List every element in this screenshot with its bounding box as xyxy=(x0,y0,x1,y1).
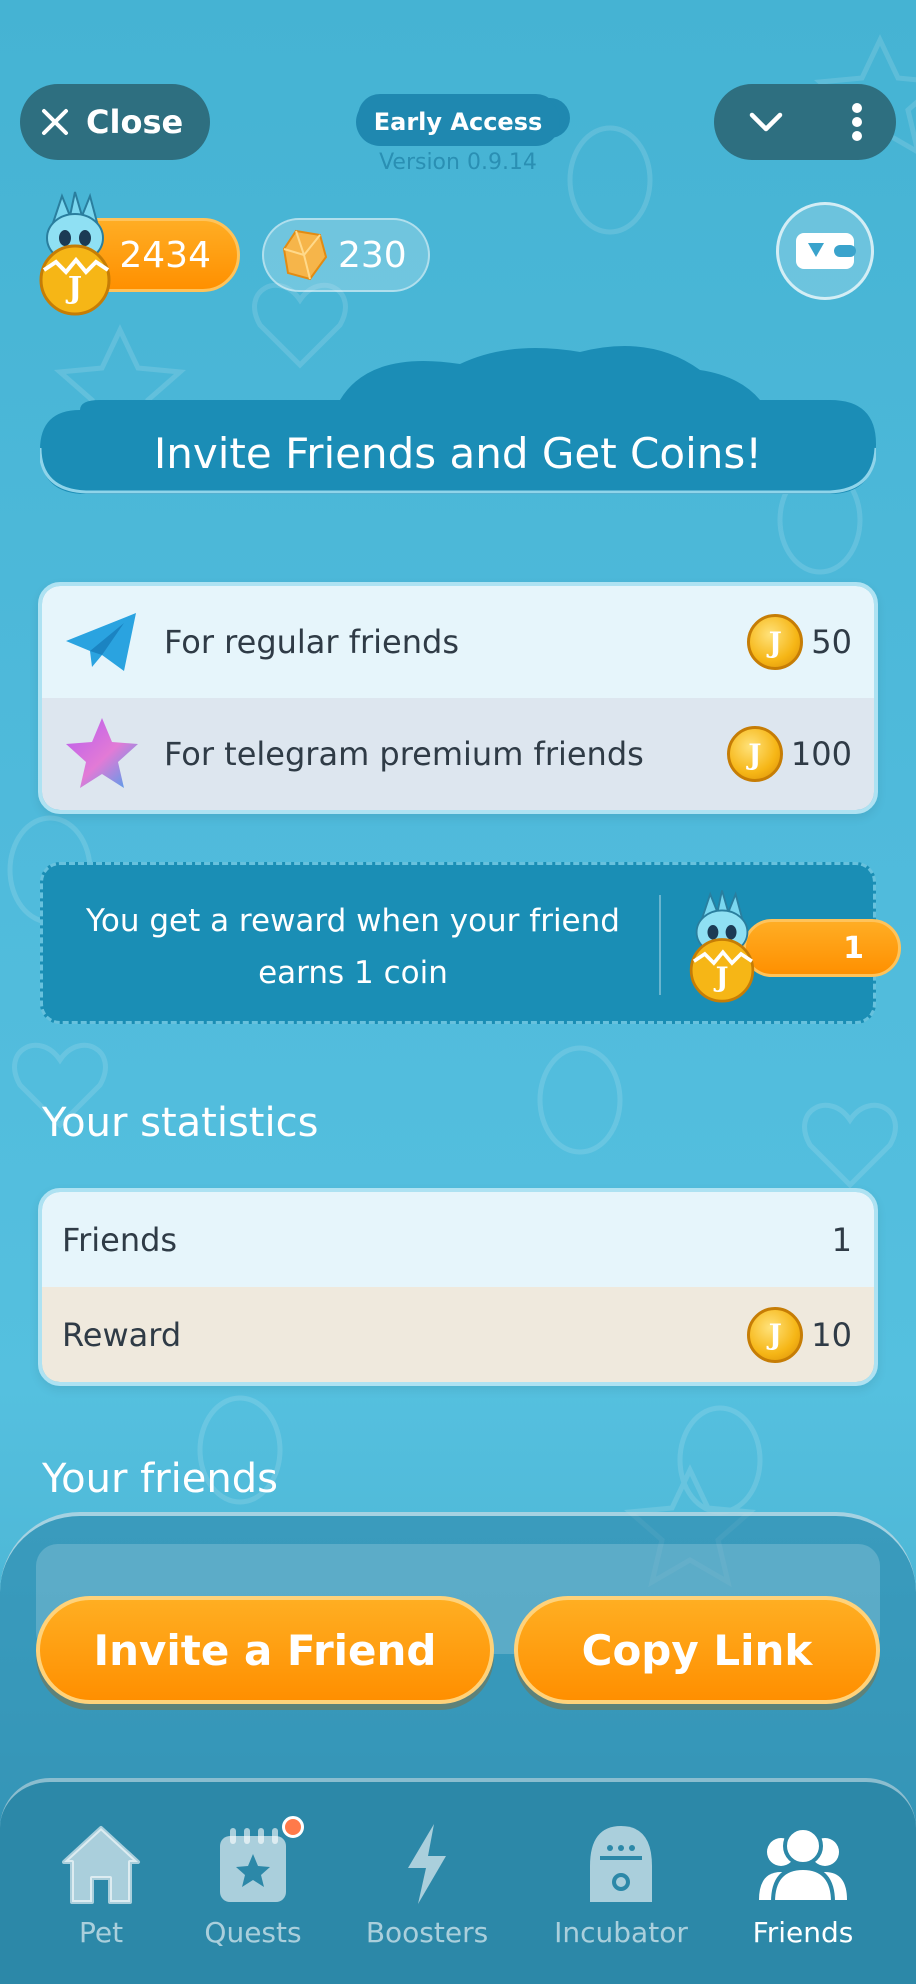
invite-friend-button[interactable]: Invite a Friend xyxy=(36,1596,494,1704)
earn-description: You get a reward when your friend earns … xyxy=(86,903,620,991)
wallet-button[interactable] xyxy=(776,202,874,300)
stat-value: 1 xyxy=(831,1220,852,1259)
stat-label: Friends xyxy=(62,1220,178,1259)
reward-row-regular: For regular friends J 50 xyxy=(42,586,874,698)
copy-link-button[interactable]: Copy Link xyxy=(514,1596,880,1704)
nav-item-boosters[interactable]: Boosters xyxy=(352,1822,502,1949)
nav-label: Quests xyxy=(204,1916,302,1949)
friends-section-title: Your friends xyxy=(42,1456,278,1502)
nav-item-friends[interactable]: Friends xyxy=(728,1822,878,1949)
close-icon xyxy=(42,109,68,135)
stat-row-friends: Friends 1 xyxy=(42,1192,874,1287)
nav-label: Boosters xyxy=(365,1916,489,1949)
crystal-balance: 230 xyxy=(262,218,430,292)
statistics-card: Friends 1 Reward J 10 xyxy=(38,1188,878,1386)
banner-title: Invite Friends and Get Coins! xyxy=(153,428,763,478)
dragon-egg-coin-icon: J xyxy=(689,890,755,1003)
lightning-icon xyxy=(408,1824,446,1904)
nav-label: Incubator xyxy=(554,1916,688,1949)
nav-item-quests[interactable]: Quests xyxy=(178,1816,328,1949)
nav-item-pet[interactable]: Pet xyxy=(26,1822,176,1949)
reward-label: For telegram premium friends xyxy=(164,735,644,773)
crystal-icon xyxy=(282,229,328,281)
notification-dot xyxy=(282,1816,304,1838)
reward-value: J 100 xyxy=(726,726,852,782)
coin-icon: J xyxy=(747,614,804,670)
coin-icon: J xyxy=(747,1306,804,1363)
incubator-icon xyxy=(590,1826,652,1902)
friend-earn-reward-box: You get a reward when your friend earns … xyxy=(40,862,901,1024)
close-label: Close xyxy=(86,103,184,141)
bottom-navigation: Pet Quests Boosters Incubator Friends xyxy=(0,1778,916,1984)
nav-label: Friends xyxy=(752,1916,854,1949)
ton-wallet-icon xyxy=(796,233,856,269)
premium-star-icon xyxy=(66,718,138,788)
chevron-down-icon[interactable] xyxy=(746,107,786,137)
coin-icon: J xyxy=(726,726,783,782)
close-button[interactable]: Close xyxy=(20,84,210,160)
reward-row-premium: For telegram premium friends J 100 xyxy=(42,698,874,810)
earn-reward-badge: 1 xyxy=(743,919,901,977)
coin-balance-value: 2434 xyxy=(119,234,211,276)
reward-value: J 50 xyxy=(747,614,852,670)
crystal-balance-value: 230 xyxy=(338,234,407,276)
svg-text:J: J xyxy=(65,271,82,306)
svg-text:J: J xyxy=(714,962,729,994)
dragon-egg-avatar-icon: J xyxy=(39,191,111,316)
calendar-star-icon xyxy=(220,1828,286,1902)
nav-label: Pet xyxy=(78,1916,124,1949)
home-icon xyxy=(62,1826,140,1904)
telegram-plane-icon xyxy=(66,613,136,671)
stat-row-reward: Reward J 10 xyxy=(42,1287,874,1382)
early-access-badge: Early Access xyxy=(356,98,560,146)
reward-label: For regular friends xyxy=(164,623,459,661)
invite-rewards-card: For regular friends J 50 For telegram pr… xyxy=(38,582,878,814)
more-options-icon[interactable] xyxy=(850,102,864,142)
statistics-title: Your statistics xyxy=(42,1100,319,1146)
version-label: Version 0.9.14 xyxy=(379,150,537,175)
divider xyxy=(659,895,661,995)
earn-reward-value: 1 xyxy=(843,930,864,966)
stat-value: J 10 xyxy=(747,1306,852,1363)
window-controls xyxy=(714,84,896,160)
stat-label: Reward xyxy=(62,1315,182,1354)
friends-icon xyxy=(759,1826,847,1904)
nav-item-incubator[interactable]: Incubator xyxy=(546,1822,696,1949)
